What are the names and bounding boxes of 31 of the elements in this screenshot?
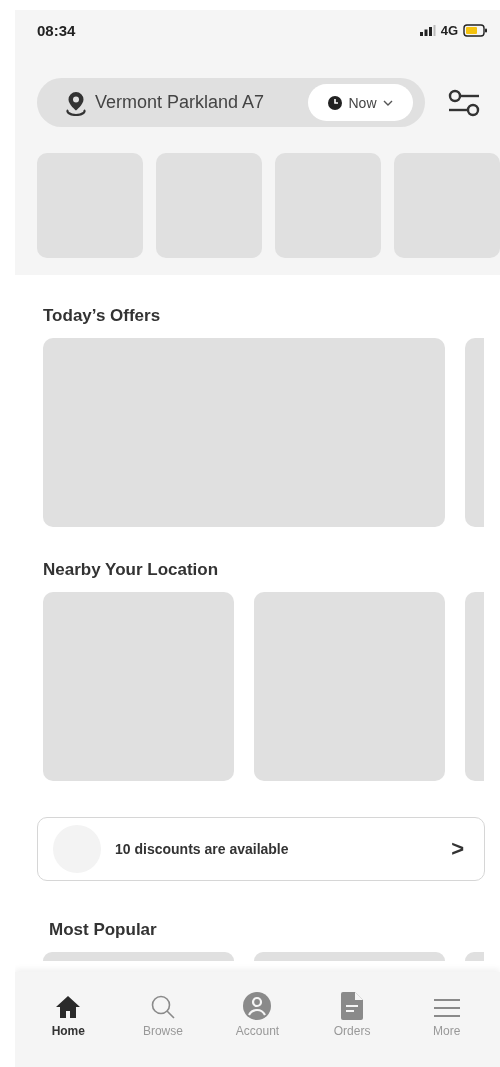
search-icon [149, 994, 176, 1020]
nav-tab[interactable]: Home [33, 986, 104, 1038]
signal-icon [419, 24, 436, 36]
network-type: 4G [440, 22, 458, 38]
status-time: 08:34 [37, 21, 76, 39]
offer-placeholder[interactable] [43, 338, 445, 527]
filter-icon[interactable] [447, 87, 481, 118]
time-selector[interactable]: Now [308, 84, 413, 121]
chevron-down-icon [382, 99, 393, 106]
popular-placeholder[interactable] [43, 952, 234, 961]
store-placeholder[interactable] [43, 592, 234, 781]
battery-icon [463, 23, 488, 37]
clock-icon [328, 95, 343, 110]
account-icon [243, 992, 272, 1020]
location-address: Vermont Parkland A7 [95, 92, 265, 113]
store-placeholder[interactable] [465, 592, 484, 781]
discount-banner[interactable]: 10 discounts are available > [37, 817, 485, 881]
section-title: Today’s Offers [43, 305, 162, 327]
section-title: Nearby Your Location [43, 559, 220, 581]
section-title: Most Popular [49, 919, 158, 941]
chevron-right: > [451, 836, 464, 862]
menu-icon [432, 996, 461, 1020]
store-placeholder[interactable] [254, 592, 445, 781]
popular-placeholder[interactable] [465, 952, 484, 961]
popular-placeholder[interactable] [254, 952, 445, 961]
location-selector[interactable]: Vermont Parkland A7 Now [37, 78, 425, 127]
home-icon [55, 994, 82, 1020]
document-icon [341, 992, 364, 1020]
discount-text: 10 discounts are available [115, 841, 290, 857]
offer-placeholder[interactable] [465, 338, 484, 527]
location-pin-icon [65, 89, 87, 116]
